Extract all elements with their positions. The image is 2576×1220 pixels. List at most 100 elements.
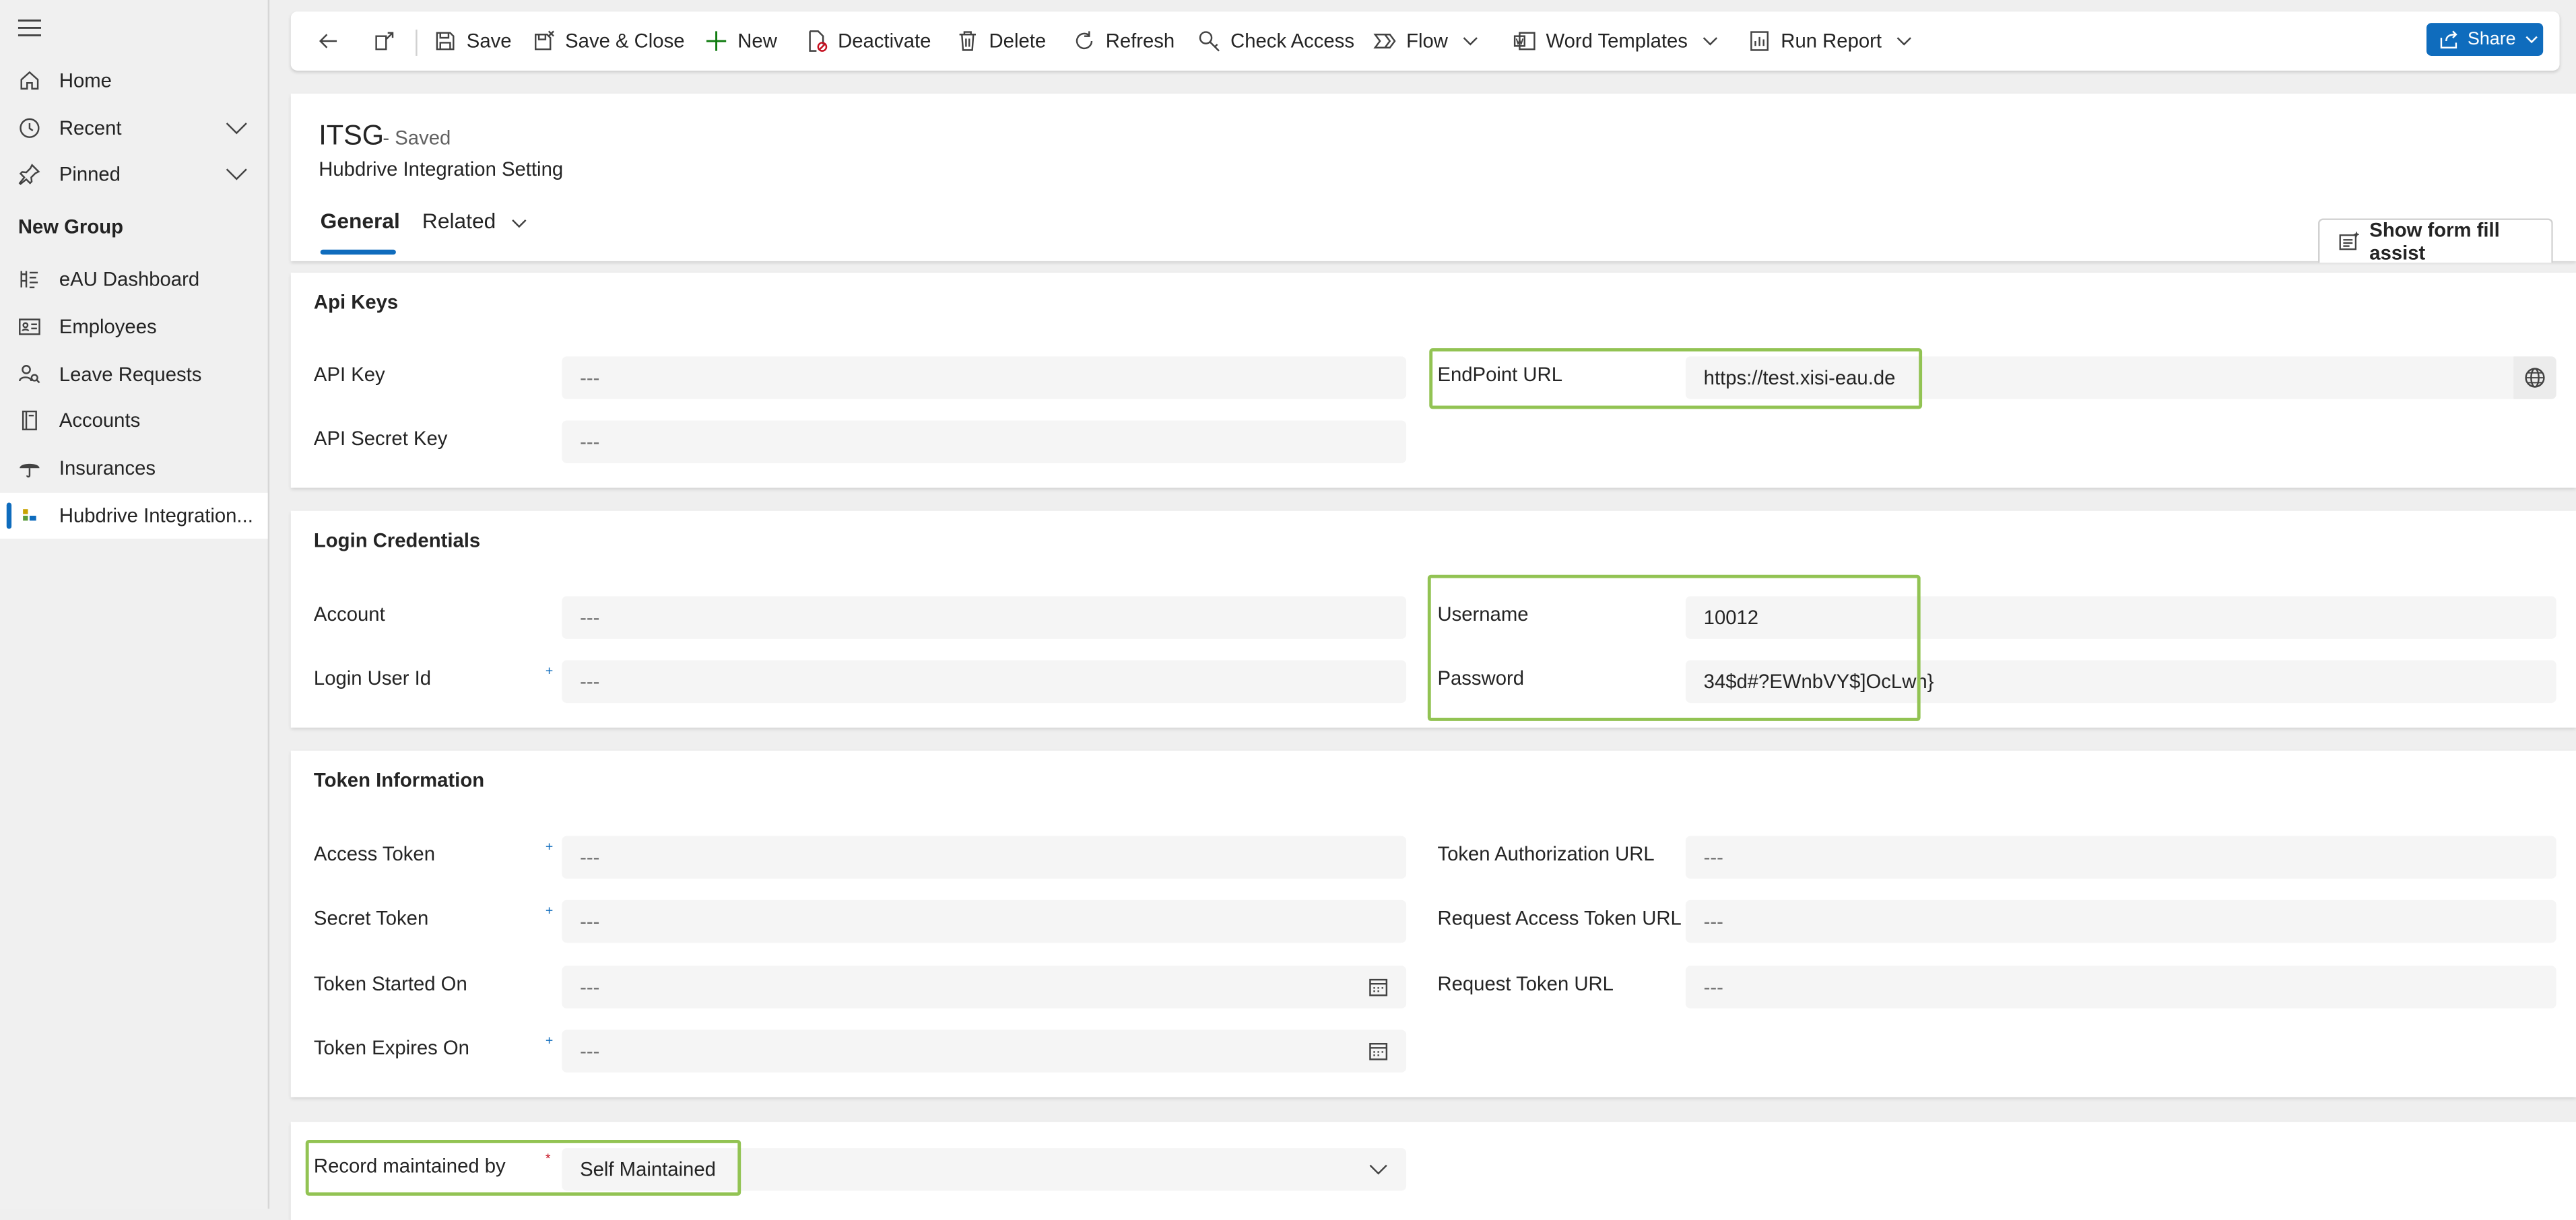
refresh-button[interactable]: Refresh: [1073, 11, 1175, 71]
plus-icon: [706, 31, 727, 51]
umbrella-icon: [20, 463, 40, 478]
chevron-down-icon[interactable]: [1368, 1161, 1388, 1178]
token-expires-on-label: Token Expires On: [313, 1036, 469, 1060]
run-report-button[interactable]: Run Report: [1748, 11, 1913, 71]
username-field[interactable]: 10012: [1685, 596, 2556, 639]
section-title: Token Information: [313, 768, 485, 792]
sidebar-item-employees[interactable]: Employees: [0, 304, 268, 349]
active-tab-indicator: [320, 249, 396, 255]
share-button[interactable]: Share: [2426, 23, 2544, 56]
flow-icon: [1373, 34, 1396, 48]
record-header: ITSG - Saved Hubdrive Integration Settin…: [290, 94, 2576, 265]
flow-button[interactable]: Flow: [1373, 11, 1479, 71]
record-maintained-by-select[interactable]: Self Maintained: [562, 1148, 1407, 1191]
password-label: Password: [1437, 667, 1525, 690]
endpoint-url-label: EndPoint URL: [1437, 363, 1562, 386]
api-secret-key-field[interactable]: ---: [562, 420, 1407, 463]
recommended-marker: +: [545, 1033, 554, 1048]
delete-label: Delete: [989, 29, 1047, 53]
sidebar-item-recent[interactable]: Recent: [0, 105, 268, 151]
open-url-button[interactable]: [2513, 356, 2556, 399]
sidebar-item-label: Accounts: [59, 409, 141, 432]
chevron-down-icon[interactable]: [225, 166, 248, 182]
sidebar-item-home[interactable]: Home: [0, 57, 268, 103]
sidebar-item-accounts[interactable]: Accounts: [0, 397, 268, 443]
token-started-on-field[interactable]: ---: [562, 965, 1407, 1009]
sidebar-item-pinned[interactable]: Pinned: [0, 151, 268, 197]
refresh-icon: [1076, 31, 1093, 50]
open-in-window-icon: [375, 32, 394, 50]
command-bar: Save Save & Close New Deactivate Delete …: [290, 11, 2560, 71]
api-key-field[interactable]: ---: [562, 356, 1407, 399]
endpoint-url-field[interactable]: https://test.xisi-eau.de: [1685, 356, 2517, 399]
api-secret-key-label: API Secret Key: [313, 427, 448, 450]
chevron-down-icon: [513, 218, 527, 228]
sidebar-item-label: Pinned: [59, 162, 121, 186]
sidebar-group-title: New Group: [18, 215, 123, 238]
sidebar-item-label: Insurances: [59, 456, 156, 480]
key-search-icon: [1199, 31, 1220, 52]
tab-related[interactable]: Related: [422, 208, 528, 234]
secret-token-field[interactable]: ---: [562, 900, 1407, 943]
sidebar-item-label: Leave Requests: [59, 363, 202, 386]
dashboard-icon: [20, 271, 38, 289]
account-field[interactable]: ---: [562, 596, 1407, 639]
integration-icon: [23, 509, 36, 521]
section-api-keys: Api Keys API Key --- API Secret Key --- …: [290, 272, 2576, 488]
chevron-down-icon: [1703, 37, 1718, 46]
token-started-on-label: Token Started On: [313, 972, 467, 996]
check-access-button[interactable]: Check Access: [1197, 11, 1354, 71]
token-authorization-url-field[interactable]: ---: [1685, 836, 2556, 879]
login-user-id-label: Login User Id: [313, 667, 432, 690]
access-token-label: Access Token: [313, 842, 436, 866]
password-field[interactable]: 34$d#?EWnbVY$]OcLwn}: [1685, 660, 2556, 704]
access-token-field[interactable]: ---: [562, 836, 1407, 879]
open-new-window-button[interactable]: [373, 11, 406, 71]
save-close-icon: [535, 30, 554, 50]
section-record-maintenance: Record maintained by * Self Maintained: [290, 1122, 2576, 1220]
tab-related-label: Related: [422, 208, 496, 234]
record-save-status: - Saved: [383, 126, 451, 149]
login-user-id-field[interactable]: ---: [562, 660, 1407, 704]
section-title: Login Credentials: [313, 529, 481, 552]
deactivate-label: Deactivate: [838, 29, 931, 53]
hamburger-menu-icon[interactable]: [18, 18, 41, 38]
globe-icon: [2525, 368, 2545, 388]
arrow-left-icon: [319, 34, 337, 48]
sidebar-item-insurances[interactable]: Insurances: [0, 445, 268, 491]
required-marker: *: [545, 1151, 551, 1166]
save-label: Save: [466, 29, 512, 53]
token-expires-on-field[interactable]: ---: [562, 1029, 1407, 1073]
section-token-information: Token Information Access Token + --- Sec…: [290, 750, 2576, 1097]
username-label: Username: [1437, 603, 1529, 626]
tab-general[interactable]: General: [321, 209, 400, 234]
document-block-icon: [809, 30, 828, 52]
deactivate-button[interactable]: Deactivate: [805, 11, 931, 71]
delete-button[interactable]: Delete: [956, 11, 1046, 71]
form-assist-icon: [2339, 231, 2360, 250]
sidebar-item-leave-requests[interactable]: Leave Requests: [0, 351, 268, 397]
calendar-icon[interactable]: [1368, 1042, 1388, 1061]
chevron-down-icon: [2526, 36, 2538, 44]
people-search-icon: [19, 365, 40, 384]
recommended-marker: +: [545, 839, 554, 854]
save-icon: [436, 32, 455, 50]
word-templates-button[interactable]: Word Templates: [1513, 11, 1719, 71]
word-document-icon: [1513, 32, 1535, 50]
sidebar-item-label: Hubdrive Integration...: [59, 504, 253, 528]
calendar-icon[interactable]: [1368, 977, 1388, 996]
save-close-button[interactable]: Save & Close: [532, 11, 685, 71]
api-key-label: API Key: [313, 363, 385, 386]
sidebar-item-eau-dashboard[interactable]: eAU Dashboard: [0, 257, 268, 302]
show-form-fill-assist-button[interactable]: Show form fill assist: [2317, 218, 2553, 265]
request-access-token-url-field[interactable]: ---: [1685, 900, 2556, 943]
back-button[interactable]: [317, 11, 350, 71]
chevron-down-icon[interactable]: [225, 120, 248, 136]
request-token-url-field[interactable]: ---: [1685, 965, 2556, 1009]
new-button[interactable]: New: [705, 11, 777, 71]
sidebar-item-hubdrive-integration[interactable]: Hubdrive Integration...: [0, 492, 268, 539]
pin-icon: [18, 164, 40, 185]
save-button[interactable]: Save: [434, 11, 512, 71]
new-label: New: [737, 29, 777, 53]
request-token-url-label: Request Token URL: [1437, 972, 1614, 996]
